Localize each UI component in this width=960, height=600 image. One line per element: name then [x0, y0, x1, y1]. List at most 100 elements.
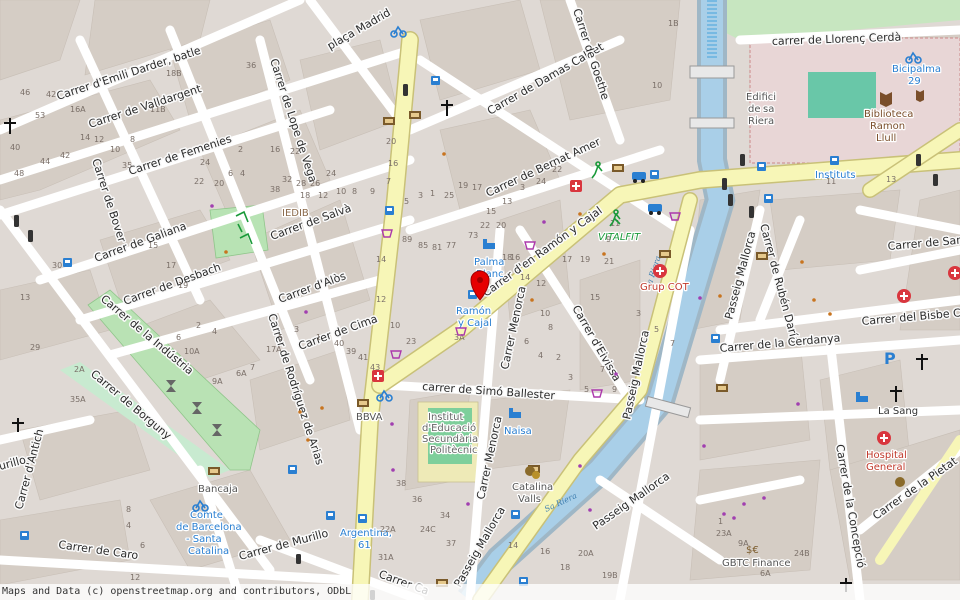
poi-label-institut-4: Politècnic: [430, 444, 478, 456]
map-canvas[interactable]: plaça Madrid Carrer d'Emili Darder, batl…: [0, 0, 960, 600]
house-number: 5: [584, 385, 589, 394]
house-number: 10: [540, 309, 550, 318]
house-number: 16: [270, 145, 280, 154]
bank-icon[interactable]: [208, 467, 220, 475]
pharmacy-icon[interactable]: [372, 370, 384, 382]
house-number: 53: [35, 111, 45, 120]
house-number: 22: [480, 221, 490, 230]
pharmacy-icon[interactable]: [570, 180, 582, 192]
house-number: 28: [296, 179, 306, 188]
bus-stop-icon[interactable]: [288, 465, 297, 474]
house-number: 14: [80, 133, 90, 142]
house-number: 2: [196, 321, 201, 330]
house-number: 77: [446, 241, 456, 250]
poi-label-naisa: Naisa: [504, 426, 532, 437]
house-number: 10: [652, 81, 662, 90]
hospital-icon[interactable]: [877, 431, 891, 445]
house-number: 8: [548, 323, 553, 332]
house-number: 22: [552, 165, 562, 174]
house-number: 19: [178, 281, 188, 290]
house-number: 24: [200, 158, 210, 167]
house-number: 18: [560, 563, 570, 572]
house-number: 8: [130, 135, 135, 144]
bus-stop-icon[interactable]: [764, 194, 773, 203]
bus-stop-icon[interactable]: [358, 514, 367, 523]
house-number: 30: [52, 261, 62, 270]
house-number: 17: [472, 183, 482, 192]
poi-label-institut-3: Secundària: [422, 433, 478, 445]
bank-icon[interactable]: [756, 252, 768, 260]
bank-icon[interactable]: [659, 250, 671, 258]
house-number: 23A: [716, 529, 732, 538]
poi-label-edifici-3: sa: [763, 104, 774, 115]
bus-stop-icon[interactable]: [431, 76, 440, 85]
bus-stop-icon[interactable]: [757, 162, 766, 171]
house-number: 6A: [760, 569, 771, 578]
house-number: 36: [412, 495, 422, 504]
attribution-prefix: Maps and Data (c): [2, 586, 111, 597]
house-number: 3: [294, 325, 299, 334]
bus-stop-icon[interactable]: [385, 206, 394, 215]
currency-exchange-icon[interactable]: $€: [746, 545, 759, 556]
bus-stop-icon[interactable]: [326, 511, 335, 520]
house-number: 29: [30, 343, 40, 352]
poi-label-institut-1: Institut: [428, 412, 463, 423]
bank-icon[interactable]: [612, 164, 624, 172]
house-number: 22A: [380, 525, 396, 534]
poi-label-la-sang: La Sang: [878, 406, 918, 417]
house-number: 42: [46, 90, 56, 99]
house-number: 9: [370, 187, 375, 196]
poi-label-palma-blanc-1: Palma: [474, 257, 504, 268]
attribution-middle: and contributors,: [212, 586, 328, 597]
house-number: 19B: [602, 571, 618, 580]
poi-label-catalina-valls-1: Catalina: [512, 482, 553, 493]
house-number: 12: [94, 135, 104, 144]
house-number: 46: [20, 88, 30, 97]
hospital-icon[interactable]: [653, 264, 667, 278]
attribution-license-link[interactable]: ODbL: [327, 586, 351, 597]
house-number: 15: [148, 241, 158, 250]
bus-stop-icon[interactable]: [20, 531, 29, 540]
poi-label-comte-2: de Barcelona: [176, 522, 242, 533]
theatre-icon[interactable]: [895, 477, 905, 487]
house-number: 5: [654, 325, 659, 334]
house-number: 3: [520, 183, 525, 192]
poi-label-edifici-2: de: [748, 104, 761, 115]
bus-stop-icon[interactable]: [711, 334, 720, 343]
house-number: 14: [376, 255, 386, 264]
poi-label-comte-4: Catalina: [188, 546, 229, 557]
house-number: 32: [282, 175, 292, 184]
bank-icon[interactable]: [383, 117, 395, 125]
bus-stop-icon[interactable]: [511, 510, 520, 519]
house-number: 8: [352, 187, 357, 196]
house-number: 16: [540, 547, 550, 556]
house-number: 34: [440, 511, 450, 520]
house-number: 40: [334, 339, 344, 348]
poi-label-bbva: BBVA: [356, 412, 383, 423]
hospital-icon[interactable]: [897, 289, 911, 303]
bank-icon[interactable]: [357, 399, 369, 407]
attribution-osm-link[interactable]: openstreetmap.org: [110, 586, 212, 597]
bus-stop-icon[interactable]: [63, 258, 72, 267]
house-number: 9: [606, 235, 611, 244]
parking-icon[interactable]: P: [884, 349, 896, 368]
house-number: 39: [346, 347, 356, 356]
bank-icon[interactable]: [409, 111, 421, 119]
house-number: 9: [612, 385, 617, 394]
house-number: 89: [402, 235, 412, 244]
bank-icon[interactable]: [716, 384, 728, 392]
house-number: 1: [316, 333, 321, 342]
house-number: 35: [122, 161, 132, 170]
house-number: 4: [212, 327, 217, 336]
house-number: 6: [228, 169, 233, 178]
map-view[interactable]: plaça Madrid Carrer d'Emili Darder, batl…: [0, 0, 960, 600]
house-number: 48: [14, 169, 24, 178]
bus-stop-icon[interactable]: [830, 156, 839, 165]
house-number: 16: [388, 159, 398, 168]
bus-stop-icon[interactable]: [650, 170, 659, 179]
poi-label-catalina-valls-2: Valls: [518, 494, 541, 505]
poi-label-edifici-4: Riera: [748, 116, 774, 127]
house-number: 5: [278, 333, 283, 342]
house-number: 22: [194, 177, 204, 186]
svg-text:$€: $€: [746, 545, 759, 556]
